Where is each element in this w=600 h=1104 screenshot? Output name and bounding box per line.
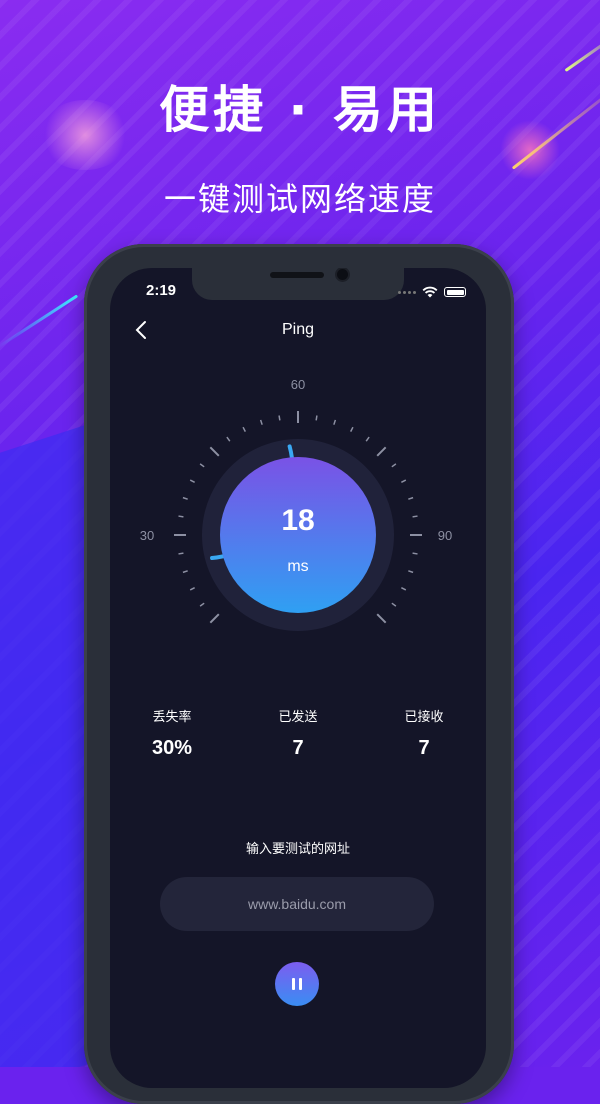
pause-icon <box>299 978 302 990</box>
gauge-tick <box>408 496 414 500</box>
wifi-icon <box>422 286 438 298</box>
gauge-tick <box>349 426 354 432</box>
gauge-tick <box>412 552 418 555</box>
light-streak <box>0 294 79 349</box>
gauge-tick <box>391 602 397 607</box>
gauge-tick <box>189 586 195 591</box>
gauge-tick <box>209 446 220 457</box>
stat-value: 30% <box>151 737 193 759</box>
camera <box>337 269 348 280</box>
stat-sent: 已发送 7 <box>248 706 348 760</box>
gauge-tick <box>391 463 397 468</box>
gauge-tick <box>401 479 407 484</box>
gauge-tick <box>199 602 205 607</box>
phone-notch <box>192 268 404 300</box>
gauge-tick <box>209 613 220 624</box>
gauge-tick <box>365 436 370 442</box>
stat-value: 7 <box>292 737 304 759</box>
gauge-tick <box>242 426 247 432</box>
page-title: Ping <box>281 321 315 338</box>
battery-icon <box>444 287 466 297</box>
signal-icon <box>398 290 416 294</box>
status-icons <box>398 286 466 298</box>
pause-button[interactable] <box>275 962 319 1006</box>
gauge-tick <box>278 415 281 421</box>
gauge-tick <box>376 613 387 624</box>
stat-loss-rate: 丢失率 30% <box>122 706 222 760</box>
speaker <box>270 272 324 278</box>
app-screen: 2:19 Ping 60 30 90 18 ms 丢失率 30% 已发送 7 已… <box>110 268 486 1088</box>
gauge-tick <box>376 446 387 457</box>
gauge-tick <box>226 436 231 442</box>
gauge-tick <box>259 419 263 425</box>
status-time: 2:19 <box>146 282 177 299</box>
gauge-tick <box>199 463 205 468</box>
url-prompt: 输入要测试的网址 <box>245 842 350 857</box>
pause-icon <box>292 978 295 990</box>
gauge-tick <box>182 496 188 500</box>
promo-subline: 一键测试网络速度 <box>163 180 436 218</box>
gauge-tick <box>333 419 337 425</box>
url-input[interactable]: www.baidu.com <box>160 877 434 931</box>
stat-value: 7 <box>418 737 430 759</box>
gauge-tick <box>189 479 195 484</box>
stat-label: 丢失率 <box>152 710 192 725</box>
gauge-tick <box>401 586 407 591</box>
stat-label: 已接收 <box>404 710 444 725</box>
gauge-label-mid: 60 <box>291 377 305 392</box>
promo-headline: 便捷 · 易用 <box>159 81 441 139</box>
gauge-tick <box>178 552 184 555</box>
light-streak <box>564 35 600 72</box>
ping-unit: ms <box>287 558 309 575</box>
stat-label: 已发送 <box>278 710 318 725</box>
stat-received: 已接收 7 <box>374 706 474 760</box>
ping-value: 18 <box>281 504 315 537</box>
gauge-tick <box>315 415 318 421</box>
